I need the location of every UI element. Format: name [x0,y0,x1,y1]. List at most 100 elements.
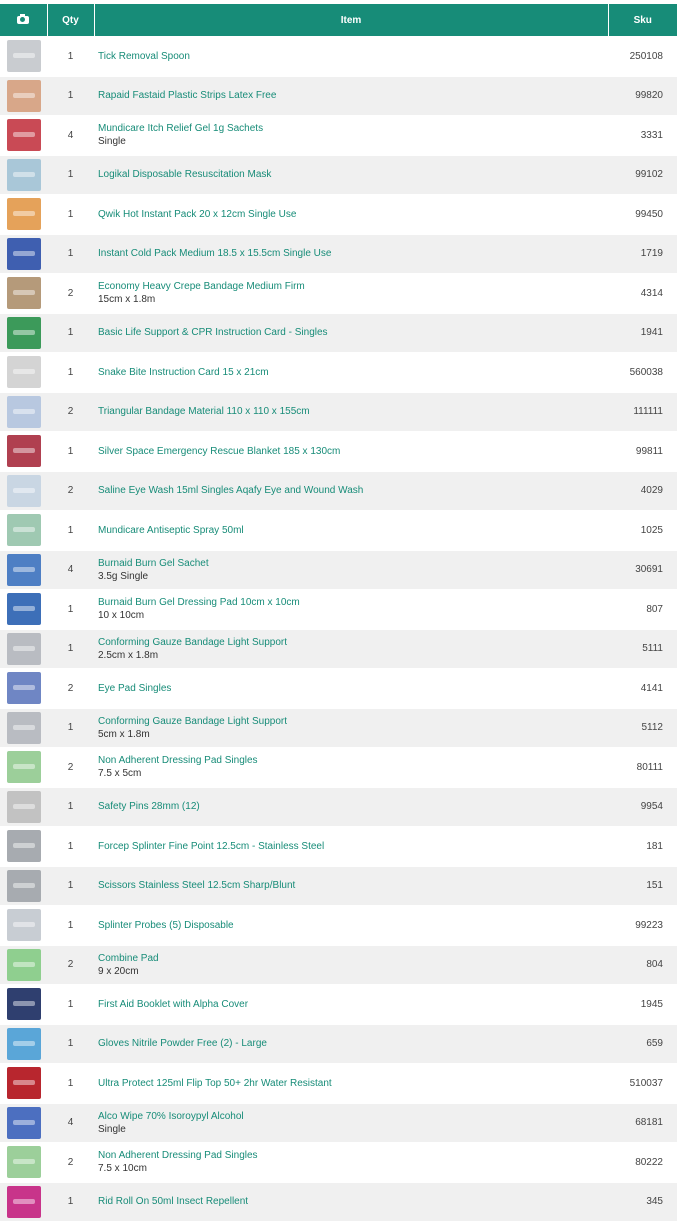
item-name-link[interactable]: Eye Pad Singles [98,682,608,695]
item-name-link[interactable]: Logikal Disposable Resuscitation Mask [98,168,608,181]
product-thumbnail[interactable] [7,435,41,467]
product-thumbnail[interactable] [7,198,41,230]
item-name-link[interactable]: Alco Wipe 70% Isoroypyl Alcohol [98,1110,608,1123]
product-thumbnail[interactable] [7,751,41,783]
item-name-link[interactable]: Combine Pad [98,952,608,965]
product-thumbnail[interactable] [7,988,41,1020]
product-thumbnail[interactable] [7,1107,41,1139]
item-name-link[interactable]: Basic Life Support & CPR Instruction Car… [98,326,608,339]
table-row: 1Conforming Gauze Bandage Light Support5… [0,708,677,748]
item-qty: 1 [47,511,94,551]
item-name-link[interactable]: Mundicare Itch Relief Gel 1g Sachets [98,122,608,135]
item-cell: Rapaid Fastaid Plastic Strips Latex Free [94,76,608,116]
item-sku: 99102 [608,155,677,195]
item-name-link[interactable]: Gloves Nitrile Powder Free (2) - Large [98,1037,608,1050]
item-name-link[interactable]: Non Adherent Dressing Pad Singles [98,754,608,767]
item-cell: Mundicare Itch Relief Gel 1g SachetsSing… [94,116,608,156]
table-row: 4Alco Wipe 70% Isoroypyl AlcoholSingle68… [0,1103,677,1143]
item-sku: 5111 [608,629,677,669]
item-sku: 151 [608,866,677,906]
product-image-cell [0,708,47,748]
product-thumbnail[interactable] [7,712,41,744]
item-cell: Non Adherent Dressing Pad Singles7.5 x 5… [94,748,608,788]
item-name-link[interactable]: Mundicare Antiseptic Spray 50ml [98,524,608,537]
product-thumbnail[interactable] [7,396,41,428]
table-row: 1Safety Pins 28mm (12)9954 [0,787,677,827]
product-thumbnail[interactable] [7,593,41,625]
product-thumbnail[interactable] [7,475,41,507]
product-image-cell [0,37,47,77]
table-row: 1Gloves Nitrile Powder Free (2) - Large6… [0,1024,677,1064]
item-name-link[interactable]: First Aid Booklet with Alpha Cover [98,998,608,1011]
product-thumbnail[interactable] [7,277,41,309]
product-thumbnail[interactable] [7,1146,41,1178]
product-thumbnail[interactable] [7,514,41,546]
kit-contents-table: Qty Item Sku 1Tick Removal Spoon2501081R… [0,4,677,1221]
product-thumbnail[interactable] [7,554,41,586]
item-name-link[interactable]: Burnaid Burn Gel Sachet [98,557,608,570]
item-qty: 2 [47,392,94,432]
item-name-link[interactable]: Non Adherent Dressing Pad Singles [98,1149,608,1162]
product-thumbnail[interactable] [7,1186,41,1218]
product-thumbnail[interactable] [7,1067,41,1099]
item-qty: 1 [47,787,94,827]
item-sku: 4029 [608,471,677,511]
table-row: 2Economy Heavy Crepe Bandage Medium Firm… [0,274,677,314]
product-thumbnail[interactable] [7,633,41,665]
product-thumbnail[interactable] [7,672,41,704]
item-cell: Snake Bite Instruction Card 15 x 21cm [94,353,608,393]
item-name-link[interactable]: Economy Heavy Crepe Bandage Medium Firm [98,280,608,293]
product-thumbnail[interactable] [7,119,41,151]
item-name-link[interactable]: Safety Pins 28mm (12) [98,800,608,813]
item-name-link[interactable]: Splinter Probes (5) Disposable [98,919,608,932]
item-name-link[interactable]: Scissors Stainless Steel 12.5cm Sharp/Bl… [98,879,608,892]
product-thumbnail[interactable] [7,909,41,941]
table-row: 1Rapaid Fastaid Plastic Strips Latex Fre… [0,76,677,116]
product-thumbnail[interactable] [7,317,41,349]
item-name-link[interactable]: Ultra Protect 125ml Flip Top 50+ 2hr Wat… [98,1077,608,1090]
item-name-link[interactable]: Saline Eye Wash 15ml Singles Aqafy Eye a… [98,484,608,497]
item-sku: 1941 [608,313,677,353]
table-row: 1Snake Bite Instruction Card 15 x 21cm56… [0,353,677,393]
product-thumbnail[interactable] [7,356,41,388]
item-name-link[interactable]: Triangular Bandage Material 110 x 110 x … [98,405,608,418]
table-row: 2Non Adherent Dressing Pad Singles7.5 x … [0,1143,677,1183]
item-qty: 1 [47,353,94,393]
product-thumbnail[interactable] [7,949,41,981]
table-row: 1Qwik Hot Instant Pack 20 x 12cm Single … [0,195,677,235]
item-qty: 2 [47,274,94,314]
item-name-link[interactable]: Silver Space Emergency Rescue Blanket 18… [98,445,608,458]
product-thumbnail[interactable] [7,80,41,112]
item-name-link[interactable]: Conforming Gauze Bandage Light Support [98,636,608,649]
item-sku: 68181 [608,1103,677,1143]
product-thumbnail[interactable] [7,870,41,902]
product-thumbnail[interactable] [7,238,41,270]
product-image-cell [0,76,47,116]
item-name-link[interactable]: Forcep Splinter Fine Point 12.5cm - Stai… [98,840,608,853]
item-sku: 250108 [608,37,677,77]
item-name-link[interactable]: Burnaid Burn Gel Dressing Pad 10cm x 10c… [98,596,608,609]
item-name-link[interactable]: Conforming Gauze Bandage Light Support [98,715,608,728]
item-cell: Economy Heavy Crepe Bandage Medium Firm1… [94,274,608,314]
table-body: 1Tick Removal Spoon2501081Rapaid Fastaid… [0,37,677,1221]
product-thumbnail[interactable] [7,159,41,191]
item-name-link[interactable]: Rid Roll On 50ml Insect Repellent [98,1195,608,1208]
table-row: 2Combine Pad9 x 20cm804 [0,945,677,985]
item-name-link[interactable]: Rapaid Fastaid Plastic Strips Latex Free [98,89,608,102]
product-thumbnail[interactable] [7,830,41,862]
table-header: Qty Item Sku [0,4,677,37]
product-image-cell [0,866,47,906]
item-sku: 510037 [608,1064,677,1104]
product-image-cell [0,155,47,195]
product-thumbnail[interactable] [7,1028,41,1060]
product-thumbnail[interactable] [7,791,41,823]
item-name-link[interactable]: Tick Removal Spoon [98,50,608,63]
item-sku: 99811 [608,432,677,472]
product-image-cell [0,432,47,472]
product-thumbnail[interactable] [7,40,41,72]
item-name-link[interactable]: Snake Bite Instruction Card 15 x 21cm [98,366,608,379]
item-name-link[interactable]: Instant Cold Pack Medium 18.5 x 15.5cm S… [98,247,608,260]
item-qty: 1 [47,37,94,77]
item-name-link[interactable]: Qwik Hot Instant Pack 20 x 12cm Single U… [98,208,608,221]
item-qty: 1 [47,155,94,195]
